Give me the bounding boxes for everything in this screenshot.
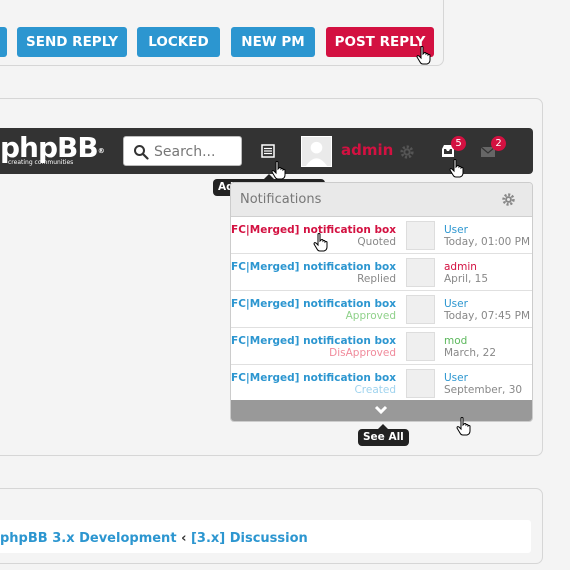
- breadcrumb-separator: ‹: [181, 531, 187, 546]
- notification-user[interactable]: admin: [444, 261, 477, 273]
- notification-subject: notification box: [303, 261, 396, 273]
- see-all-bar[interactable]: [231, 400, 532, 421]
- notification-tag: [RFC|Merged]: [231, 298, 300, 310]
- avatar[interactable]: [301, 136, 332, 167]
- notification-time: Today, 07:45 PM: [444, 310, 531, 322]
- gear-icon[interactable]: [399, 144, 415, 160]
- notification-user[interactable]: User: [444, 372, 468, 384]
- notification-item[interactable]: [RFC|Merged] notification box Quoted Use…: [231, 217, 532, 254]
- notification-status: Approved: [345, 310, 396, 322]
- notification-title[interactable]: [RFC|Merged] notification box: [231, 261, 396, 273]
- chevron-down-icon: [374, 405, 388, 415]
- notification-settings-icon[interactable]: [501, 192, 516, 207]
- search-icon: [134, 145, 149, 160]
- breadcrumb: phpBB 3.x Development ‹ [3.x] Discussion: [0, 520, 531, 553]
- notification-item[interactable]: [RFC|Merged] notification box Replied ad…: [231, 254, 532, 291]
- new-pm-button[interactable]: NEW PM: [231, 27, 315, 57]
- notification-status: Created: [354, 384, 396, 396]
- notification-title[interactable]: [RFC|Merged] notification box: [231, 335, 396, 347]
- notification-time: April, 15: [444, 273, 489, 285]
- clipped-button[interactable]: [0, 27, 7, 57]
- breadcrumb-trail: phpBB 3.x Development ‹ [3.x] Discussion: [0, 531, 308, 546]
- search-placeholder: Search...: [154, 144, 216, 160]
- notification-avatar: [406, 221, 435, 250]
- dropdown-title: Notifications: [240, 192, 322, 207]
- see-all-tooltip: See All: [358, 424, 409, 446]
- notification-subject: notification box: [303, 298, 396, 310]
- notification-status: DisApproved: [329, 347, 396, 359]
- notification-avatar: [406, 369, 435, 398]
- notification-item[interactable]: [RFC|Merged] notification box Created Us…: [231, 365, 532, 402]
- hand-cursor-icon: [449, 159, 464, 178]
- dropdown-header: Notifications: [231, 183, 532, 217]
- notification-avatar: [406, 332, 435, 361]
- messages-badge: 2: [491, 136, 506, 151]
- locked-button[interactable]: LOCKED: [137, 27, 220, 57]
- notification-user[interactable]: User: [444, 224, 468, 236]
- notification-title[interactable]: [RFC|Merged] notification box: [231, 298, 396, 310]
- notification-time: March, 22: [444, 347, 497, 359]
- notification-avatar: [406, 295, 435, 324]
- notification-item[interactable]: [RFC|Merged] notification box DisApprove…: [231, 328, 532, 365]
- notification-subject: notification box: [303, 372, 396, 384]
- notifications-dropdown: Notifications [RFC|Merged] notification …: [230, 182, 533, 422]
- notification-status: Replied: [357, 273, 396, 285]
- send-reply-button[interactable]: SEND REPLY: [17, 27, 127, 57]
- notification-tag: [RFC|Merged]: [231, 335, 300, 347]
- hand-cursor-icon: [456, 417, 471, 436]
- username[interactable]: admin: [341, 141, 393, 159]
- notification-tag: [RFC|Merged]: [231, 372, 300, 384]
- breadcrumb-parent-link[interactable]: phpBB 3.x Development: [0, 531, 177, 546]
- notification-user[interactable]: User: [444, 298, 468, 310]
- logo-tagline: creating communities: [8, 159, 74, 166]
- notification-user[interactable]: mod: [444, 335, 467, 347]
- notification-tag: [RFC|Merged]: [231, 224, 300, 236]
- notification-time: September, 30: [444, 384, 523, 396]
- breadcrumb-current-link[interactable]: [3.x] Discussion: [191, 531, 308, 546]
- hand-cursor-icon: [271, 161, 286, 180]
- search-input[interactable]: Search...: [123, 136, 242, 166]
- notification-time: Today, 01:00 PM: [444, 236, 531, 248]
- notification-title[interactable]: [RFC|Merged] notification box: [231, 372, 396, 384]
- notification-subject: notification box: [303, 335, 396, 347]
- advanced-search-icon[interactable]: [261, 144, 275, 158]
- notification-tag: [RFC|Merged]: [231, 261, 300, 273]
- notification-avatar: [406, 258, 435, 287]
- avatar-placeholder-icon: [305, 141, 328, 166]
- notification-status: Quoted: [357, 236, 396, 248]
- hand-cursor-icon: [313, 233, 328, 252]
- notifications-badge: 5: [451, 136, 466, 151]
- hand-cursor-icon: [416, 46, 431, 65]
- notification-item[interactable]: [RFC|Merged] notification box Approved U…: [231, 291, 532, 328]
